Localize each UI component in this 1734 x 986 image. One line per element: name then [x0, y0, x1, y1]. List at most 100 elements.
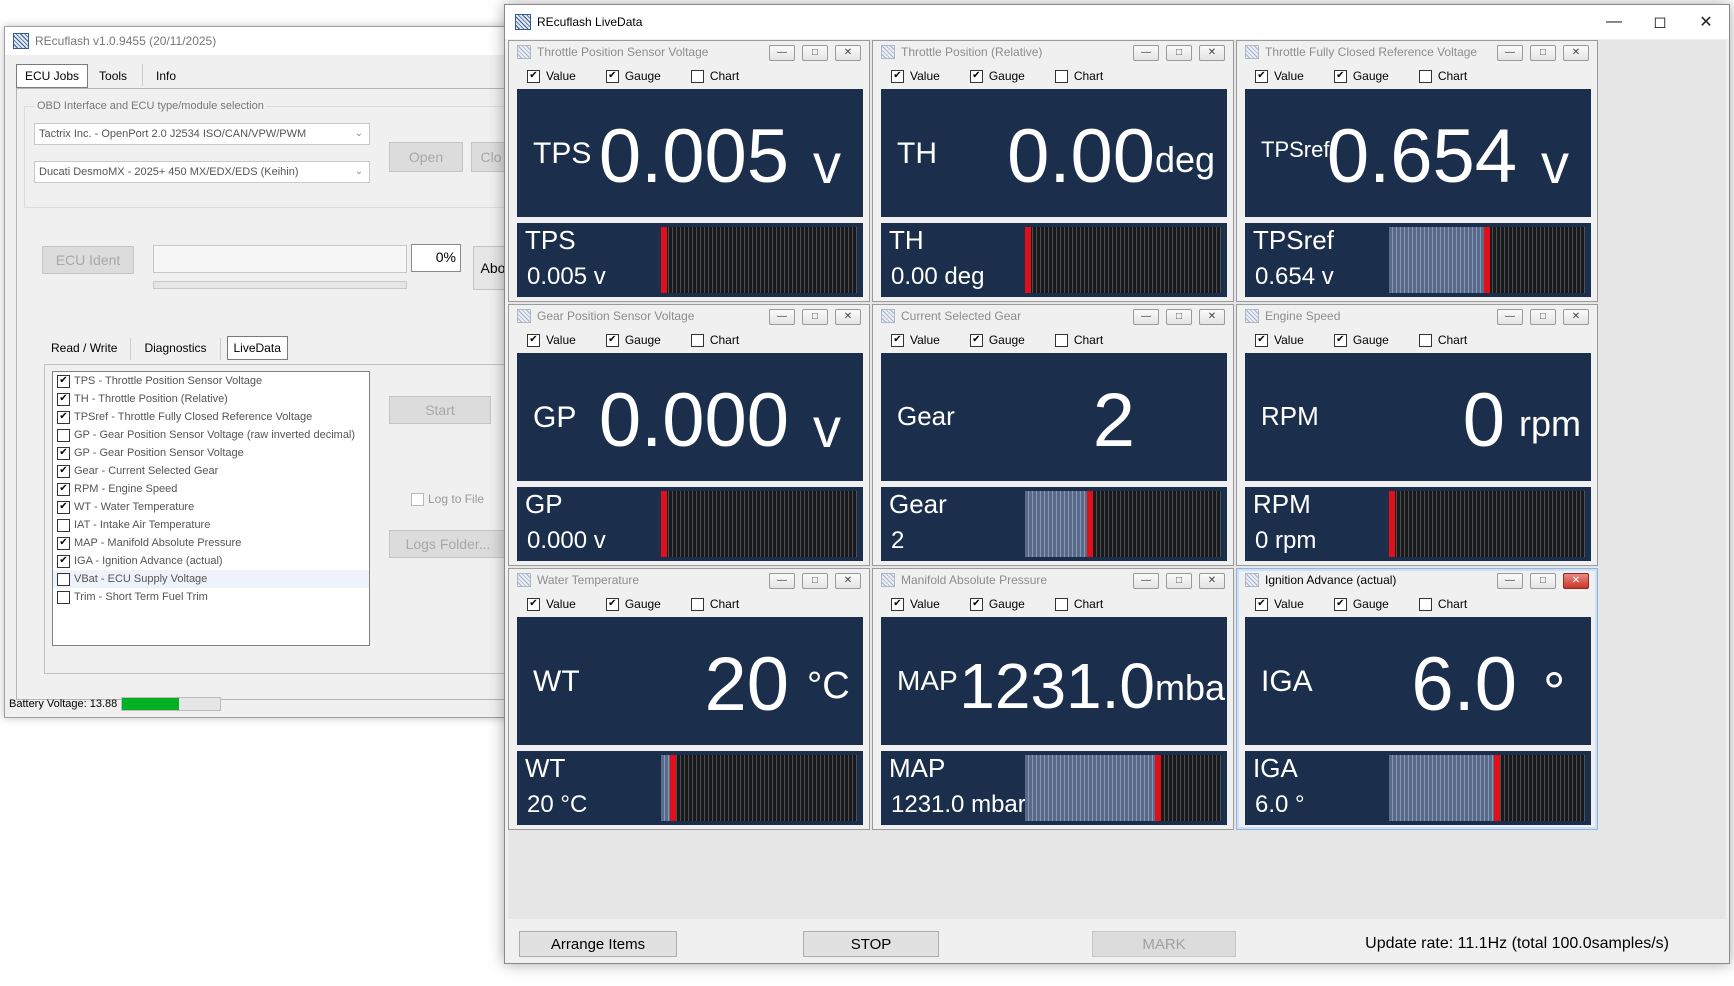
channel-checkbox[interactable]: ✔ [57, 374, 70, 388]
close-icon[interactable]: ✕ [1683, 5, 1729, 39]
channel-list-item[interactable]: VBat - ECU Supply Voltage [53, 570, 369, 588]
minimize-icon[interactable]: — [1591, 5, 1637, 39]
chart-option[interactable]: Chart [1054, 597, 1103, 611]
chart-checkbox[interactable] [690, 333, 704, 347]
tab-ecu-jobs[interactable]: ECU Jobs [16, 64, 89, 88]
value-checkbox[interactable]: ✔ [527, 597, 540, 611]
gauge-checkbox[interactable]: ✔ [1333, 597, 1347, 611]
channel-list-item[interactable]: ✔ WT - Water Temperature [53, 498, 369, 516]
channel-list-item[interactable]: ✔ IGA - Ignition Advance (actual) [53, 552, 369, 570]
livedata-item[interactable]: Throttle Fully Closed Reference Voltage … [1236, 40, 1598, 302]
channel-list-item[interactable]: ✔ TPSref - Throttle Fully Closed Referenc… [53, 408, 369, 426]
chart-checkbox[interactable] [1418, 597, 1432, 611]
channel-list-item[interactable]: GP - Gear Position Sensor Voltage (raw i… [53, 426, 369, 444]
value-option[interactable]: ✔ Value [527, 69, 576, 83]
chart-option[interactable]: Chart [1054, 333, 1103, 347]
gauge-option[interactable]: ✔ Gauge [1333, 597, 1389, 611]
gauge-option[interactable]: ✔ Gauge [605, 333, 661, 347]
channel-list-item[interactable]: ✔ TPS - Throttle Position Sensor Voltage [53, 372, 369, 390]
gauge-option[interactable]: ✔ Gauge [605, 69, 661, 83]
minimize-icon[interactable]: — [769, 45, 795, 61]
channel-list-item[interactable]: IAT - Intake Air Temperature [53, 516, 369, 534]
item-header[interactable]: Throttle Fully Closed Reference Voltage … [1237, 41, 1597, 63]
value-checkbox[interactable]: ✔ [891, 69, 904, 83]
value-checkbox[interactable]: ✔ [1255, 69, 1268, 83]
item-header[interactable]: Ignition Advance (actual) — □ ✕ [1237, 569, 1597, 591]
channel-checkbox[interactable]: ✔ [57, 446, 70, 460]
item-header[interactable]: Current Selected Gear — □ ✕ [873, 305, 1233, 327]
item-header[interactable]: Throttle Position (Relative) — □ ✕ [873, 41, 1233, 63]
channel-checkbox[interactable]: ✔ [57, 554, 70, 568]
gauge-checkbox[interactable]: ✔ [1333, 69, 1347, 83]
close-icon[interactable]: ✕ [1563, 573, 1589, 589]
open-button[interactable]: Open [389, 142, 463, 172]
value-option[interactable]: ✔ Value [891, 69, 940, 83]
livedata-item[interactable]: Throttle Position Sensor Voltage — □ ✕ ✔… [508, 40, 870, 302]
chart-checkbox[interactable] [1418, 69, 1432, 83]
value-option[interactable]: ✔ Value [1255, 597, 1304, 611]
gauge-option[interactable]: ✔ Gauge [1333, 69, 1389, 83]
channel-checkbox[interactable]: ✔ [57, 536, 70, 550]
maximize-icon[interactable]: ◻ [1637, 5, 1683, 39]
channel-list-item[interactable]: ✔ GP - Gear Position Sensor Voltage [53, 444, 369, 462]
close-icon[interactable]: ✕ [835, 45, 861, 61]
maximize-icon[interactable]: □ [802, 45, 828, 61]
gauge-option[interactable]: ✔ Gauge [969, 69, 1025, 83]
value-option[interactable]: ✔ Value [1255, 333, 1304, 347]
channel-list[interactable]: ✔ TPS - Throttle Position Sensor Voltage ✔… [52, 371, 370, 646]
maximize-icon[interactable]: □ [1530, 573, 1556, 589]
chart-option[interactable]: Chart [1418, 69, 1467, 83]
value-checkbox[interactable]: ✔ [527, 69, 540, 83]
close-icon[interactable]: ✕ [1199, 45, 1225, 61]
channel-checkbox[interactable]: ✔ [57, 500, 70, 514]
main-title-bar[interactable]: REcuflash v1.0.9455 (20/11/2025) [5, 27, 563, 55]
value-checkbox[interactable]: ✔ [527, 333, 540, 347]
stop-button[interactable]: STOP [803, 931, 939, 957]
value-option[interactable]: ✔ Value [891, 333, 940, 347]
channel-list-item[interactable]: ✔ TH - Throttle Position (Relative) [53, 390, 369, 408]
item-header[interactable]: Water Temperature — □ ✕ [509, 569, 869, 591]
maximize-icon[interactable]: □ [802, 309, 828, 325]
close-icon[interactable]: ✕ [1563, 309, 1589, 325]
chart-option[interactable]: Chart [690, 333, 739, 347]
value-option[interactable]: ✔ Value [891, 597, 940, 611]
livedata-item[interactable]: Gear Position Sensor Voltage — □ ✕ ✔ Val… [508, 304, 870, 566]
gauge-checkbox[interactable]: ✔ [969, 69, 983, 83]
channel-list-item[interactable]: ✔ RPM - Engine Speed [53, 480, 369, 498]
log-to-file-checkbox[interactable] [411, 492, 424, 506]
minimize-icon[interactable]: — [769, 573, 795, 589]
item-header[interactable]: Manifold Absolute Pressure — □ ✕ [873, 569, 1233, 591]
channel-checkbox[interactable]: ✔ [57, 392, 70, 406]
interface-combo[interactable]: Tactrix Inc. - OpenPort 2.0 J2534 ISO/CA… [34, 123, 370, 145]
channel-checkbox[interactable] [57, 590, 70, 604]
gauge-checkbox[interactable]: ✔ [605, 69, 619, 83]
item-header[interactable]: Gear Position Sensor Voltage — □ ✕ [509, 305, 869, 327]
gauge-checkbox[interactable]: ✔ [1333, 333, 1347, 347]
minimize-icon[interactable]: — [1497, 309, 1523, 325]
chart-option[interactable]: Chart [1418, 597, 1467, 611]
minimize-icon[interactable]: — [1133, 45, 1159, 61]
gauge-checkbox[interactable]: ✔ [969, 333, 983, 347]
maximize-icon[interactable]: □ [1166, 309, 1192, 325]
value-option[interactable]: ✔ Value [527, 333, 576, 347]
channel-checkbox[interactable]: ✔ [57, 482, 70, 496]
minimize-icon[interactable]: — [769, 309, 795, 325]
gauge-option[interactable]: ✔ Gauge [969, 333, 1025, 347]
maximize-icon[interactable]: □ [1530, 45, 1556, 61]
mark-button[interactable]: MARK [1092, 931, 1236, 957]
chart-checkbox[interactable] [1054, 333, 1068, 347]
chart-checkbox[interactable] [690, 597, 704, 611]
minimize-icon[interactable]: — [1497, 573, 1523, 589]
close-icon[interactable]: ✕ [1563, 45, 1589, 61]
close-icon[interactable]: ✕ [1199, 309, 1225, 325]
livedata-item[interactable]: Engine Speed — □ ✕ ✔ Value ✔ Gauge Chart… [1236, 304, 1598, 566]
logs-folder-button[interactable]: Logs Folder... [389, 530, 507, 558]
minimize-icon[interactable]: — [1133, 309, 1159, 325]
maximize-icon[interactable]: □ [1166, 45, 1192, 61]
livedata-item[interactable]: Current Selected Gear — □ ✕ ✔ Value ✔ Ga… [872, 304, 1234, 566]
chart-checkbox[interactable] [690, 69, 704, 83]
minimize-icon[interactable]: — [1133, 573, 1159, 589]
channel-list-item[interactable]: ✔ MAP - Manifold Absolute Pressure [53, 534, 369, 552]
gauge-checkbox[interactable]: ✔ [969, 597, 983, 611]
livedata-title-bar[interactable]: REcuflash LiveData — ◻ ✕ [505, 5, 1729, 39]
